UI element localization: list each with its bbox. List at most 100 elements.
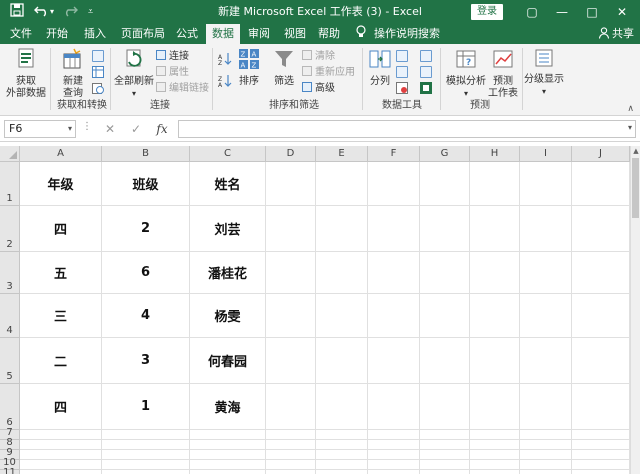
cell-b4[interactable]: 4 <box>102 294 190 338</box>
ribbon-display-options-icon[interactable]: ▢ <box>519 2 545 22</box>
cell-i2[interactable] <box>520 206 572 252</box>
reapply-button[interactable]: 重新应用 <box>302 66 355 79</box>
column-header-a[interactable]: A <box>20 146 102 162</box>
cell-a9[interactable] <box>20 450 102 460</box>
cell-a7[interactable] <box>20 430 102 440</box>
remove-duplicates-icon[interactable] <box>396 66 408 78</box>
advanced-filter-button[interactable]: 高级 <box>302 82 335 95</box>
column-header-d[interactable]: D <box>266 146 316 162</box>
cell-f4[interactable] <box>368 294 420 338</box>
tab-help[interactable]: 帮助 <box>314 24 344 44</box>
cell-b5[interactable]: 3 <box>102 338 190 384</box>
cell-f2[interactable] <box>368 206 420 252</box>
cell-g1[interactable] <box>420 162 470 206</box>
cell-c7[interactable] <box>190 430 266 440</box>
cell-b7[interactable] <box>102 430 190 440</box>
collapse-ribbon-icon[interactable]: ∧ <box>627 104 634 114</box>
login-button[interactable]: 登录 <box>471 4 503 20</box>
minimize-button[interactable]: — <box>549 2 575 22</box>
cell-b9[interactable] <box>102 450 190 460</box>
cell-j4[interactable] <box>572 294 630 338</box>
cell-c2[interactable]: 刘芸 <box>190 206 266 252</box>
row-header-11[interactable]: 11 <box>0 467 20 474</box>
text-to-columns-button[interactable]: 分列 <box>368 48 392 88</box>
cell-c8[interactable] <box>190 440 266 450</box>
scroll-up-icon[interactable]: ▲ <box>631 146 640 156</box>
cell-a10[interactable] <box>20 460 102 470</box>
cell-j10[interactable] <box>572 460 630 470</box>
cell-d2[interactable] <box>266 206 316 252</box>
column-header-j[interactable]: J <box>572 146 630 162</box>
properties-button[interactable]: 属性 <box>156 66 189 79</box>
cell-h4[interactable] <box>470 294 520 338</box>
cell-i9[interactable] <box>520 450 572 460</box>
recent-sources-icon[interactable] <box>92 82 104 98</box>
close-button[interactable]: ✕ <box>609 2 635 22</box>
cell-d8[interactable] <box>266 440 316 450</box>
cell-b1[interactable]: 班级 <box>102 162 190 206</box>
share-button[interactable]: 共享 <box>598 24 634 44</box>
vertical-scrollbar[interactable]: ▲ <box>630 146 640 474</box>
outline-button[interactable]: 分级显示 ▾ <box>524 48 564 98</box>
tab-home[interactable]: 开始 <box>42 24 72 44</box>
restore-button[interactable]: □ <box>579 2 605 22</box>
cell-j5[interactable] <box>572 338 630 384</box>
cell-g2[interactable] <box>420 206 470 252</box>
cell-i11[interactable] <box>520 470 572 474</box>
row-header-6[interactable]: 6 <box>0 384 20 430</box>
cell-f9[interactable] <box>368 450 420 460</box>
cell-i5[interactable] <box>520 338 572 384</box>
cell-h8[interactable] <box>470 440 520 450</box>
undo-icon[interactable] <box>34 3 50 22</box>
tell-me-search[interactable]: 操作说明搜索 <box>374 24 440 44</box>
cancel-icon[interactable]: ✕ <box>100 120 120 138</box>
cell-g7[interactable] <box>420 430 470 440</box>
cell-e6[interactable] <box>316 384 368 430</box>
cell-c3[interactable]: 潘桂花 <box>190 252 266 294</box>
consolidate-icon[interactable] <box>420 50 432 62</box>
connections-button[interactable]: 连接 <box>156 50 189 63</box>
cell-a5[interactable]: 二 <box>20 338 102 384</box>
cell-e10[interactable] <box>316 460 368 470</box>
column-header-b[interactable]: B <box>102 146 190 162</box>
tab-formulas[interactable]: 公式 <box>172 24 202 44</box>
new-query-button[interactable]: 新建 查询 <box>56 48 90 100</box>
tab-review[interactable]: 审阅 <box>244 24 274 44</box>
cell-c10[interactable] <box>190 460 266 470</box>
formula-input[interactable]: ▾ <box>178 120 636 138</box>
expand-formula-bar-icon[interactable]: ▾ <box>628 123 632 132</box>
save-icon[interactable] <box>10 3 24 22</box>
cell-c11[interactable] <box>190 470 266 474</box>
cell-i3[interactable] <box>520 252 572 294</box>
cell-i7[interactable] <box>520 430 572 440</box>
cell-d4[interactable] <box>266 294 316 338</box>
cell-g11[interactable] <box>420 470 470 474</box>
cell-g3[interactable] <box>420 252 470 294</box>
cell-i8[interactable] <box>520 440 572 450</box>
sort-descending-icon[interactable]: ZA <box>218 74 232 92</box>
scroll-thumb[interactable] <box>632 158 639 218</box>
cell-f7[interactable] <box>368 430 420 440</box>
cell-e2[interactable] <box>316 206 368 252</box>
cell-a11[interactable] <box>20 470 102 474</box>
column-header-g[interactable]: G <box>420 146 470 162</box>
flash-fill-icon[interactable] <box>396 50 408 62</box>
sort-ascending-icon[interactable]: AZ <box>218 52 232 70</box>
data-validation-icon[interactable] <box>396 82 408 98</box>
redo-icon[interactable] <box>62 3 78 22</box>
cell-g5[interactable] <box>420 338 470 384</box>
cell-a4[interactable]: 三 <box>20 294 102 338</box>
cell-f8[interactable] <box>368 440 420 450</box>
cell-b3[interactable]: 6 <box>102 252 190 294</box>
cell-f5[interactable] <box>368 338 420 384</box>
cell-j3[interactable] <box>572 252 630 294</box>
cell-f10[interactable] <box>368 460 420 470</box>
undo-dropdown-icon[interactable]: ▾ <box>50 3 54 21</box>
cell-b8[interactable] <box>102 440 190 450</box>
cell-j11[interactable] <box>572 470 630 474</box>
cell-h3[interactable] <box>470 252 520 294</box>
cell-i1[interactable] <box>520 162 572 206</box>
tab-insert[interactable]: 插入 <box>80 24 110 44</box>
cell-g10[interactable] <box>420 460 470 470</box>
cell-c9[interactable] <box>190 450 266 460</box>
